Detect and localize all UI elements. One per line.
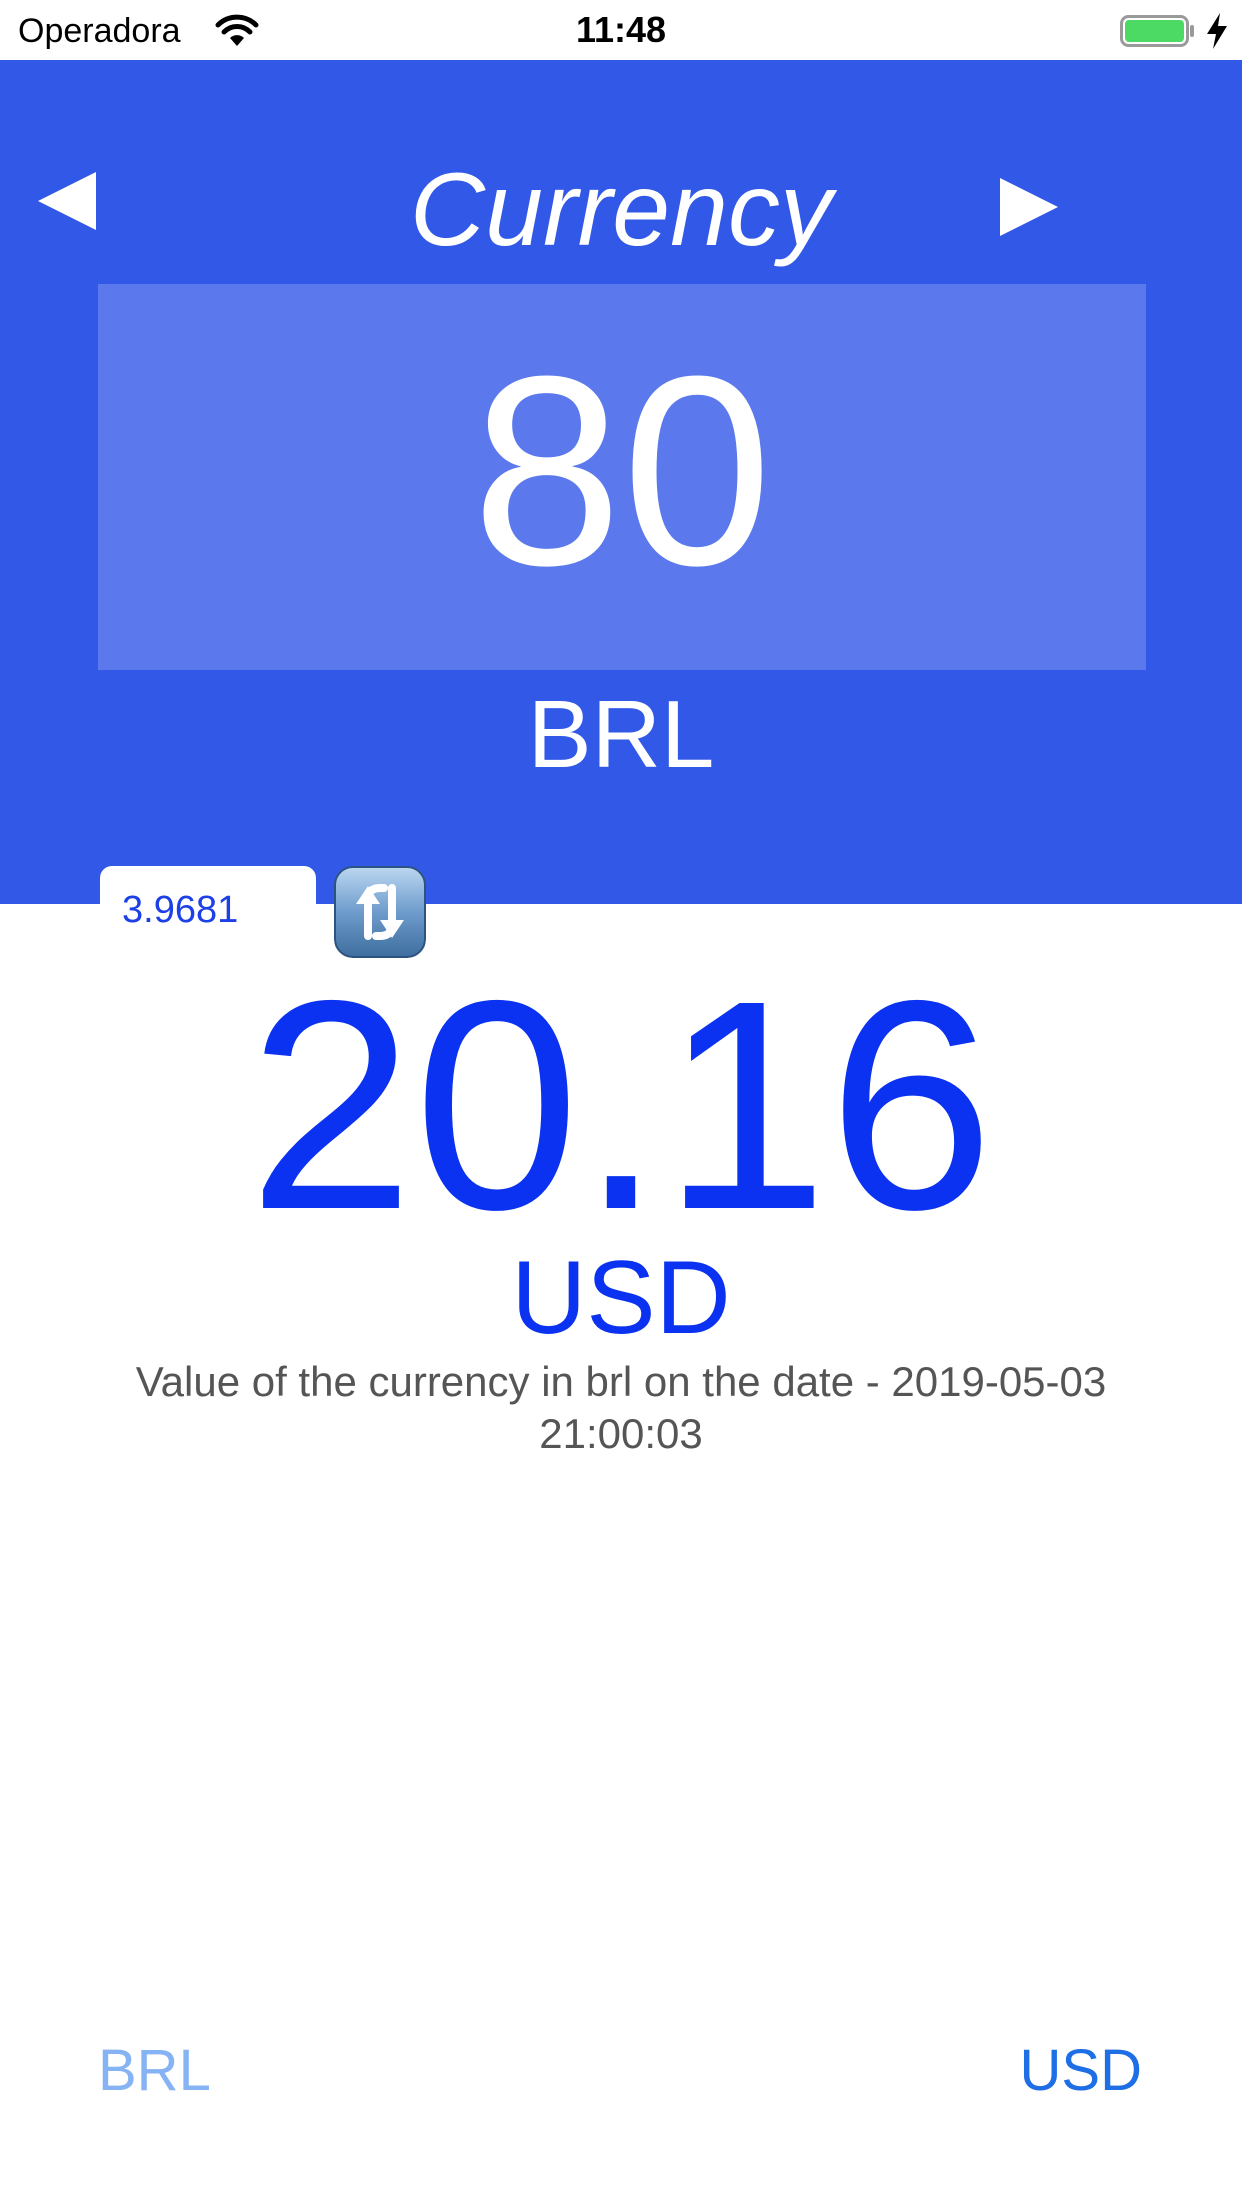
converter-panel: Currency 80 BRL 3.9681 (0, 60, 1242, 958)
currency-screen: Operadora 11:48 Currency 80 BRL 3.9681 2… (0, 0, 1242, 2208)
next-converter-button[interactable] (996, 174, 1062, 240)
from-currency-selector[interactable]: BRL (98, 2036, 211, 2106)
to-currency-selector[interactable]: USD (1020, 2036, 1142, 2106)
status-bar: Operadora 11:48 (0, 0, 1242, 60)
amount-value: 80 (471, 321, 773, 622)
battery-icon (1120, 15, 1194, 47)
charging-bolt-icon (1207, 13, 1227, 49)
converted-amount: 20.16 (248, 939, 994, 1272)
amount-input[interactable]: 80 (98, 284, 1146, 670)
rate-date-note: Value of the currency in brl on the date… (135, 1358, 1107, 1457)
to-currency-code: USD (511, 1240, 731, 1356)
from-currency-code: BRL (527, 681, 715, 788)
status-time: 11:48 (575, 9, 667, 50)
